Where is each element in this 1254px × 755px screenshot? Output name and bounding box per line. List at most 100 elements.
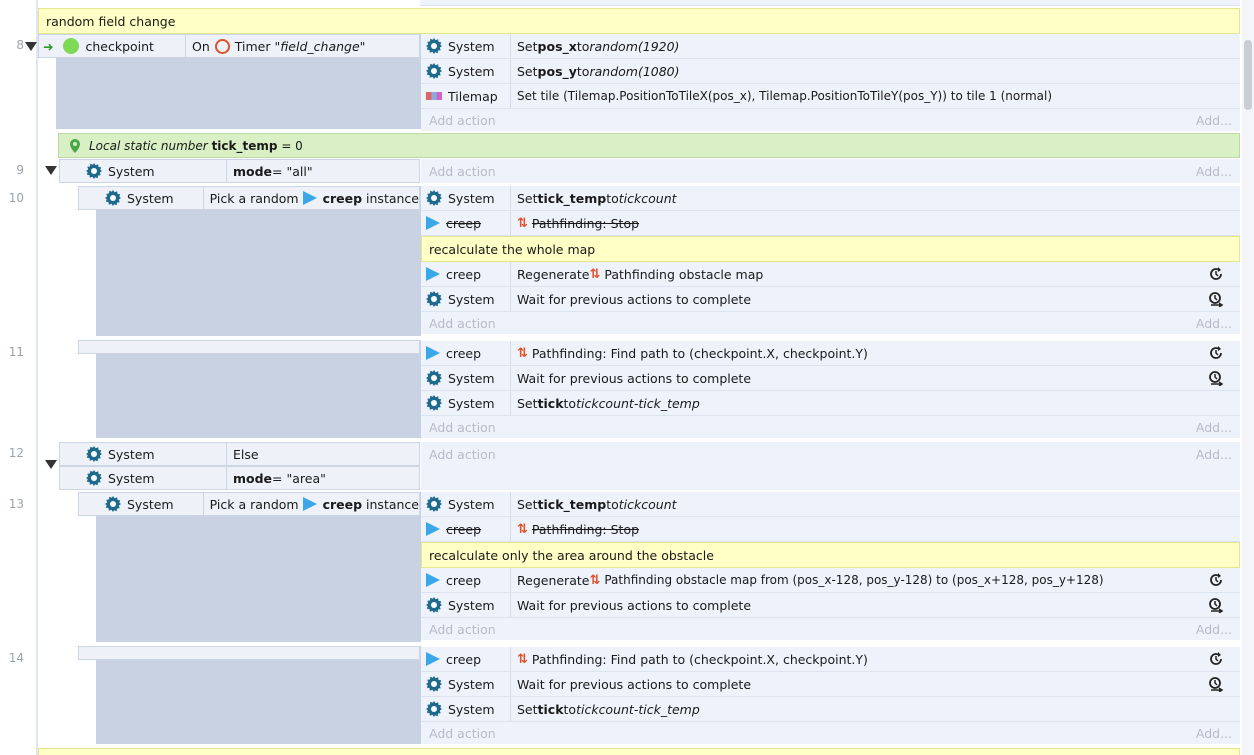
system-gear-icon bbox=[86, 446, 102, 462]
add-action-row[interactable]: Add action Add... bbox=[421, 618, 1240, 640]
line-number-10: 10 bbox=[8, 191, 24, 205]
gutter-line bbox=[36, 0, 38, 755]
creep-icon bbox=[426, 522, 440, 536]
event-10-actions: System Set tick_temp to tickcount creep ⇅ P… bbox=[421, 186, 1240, 334]
system-gear-icon bbox=[426, 701, 442, 717]
event-11-actions: creep ⇅ Pathfinding: Find path to (checkpo… bbox=[421, 341, 1240, 438]
action-row[interactable]: System Wait for previous actions to compl… bbox=[421, 366, 1240, 391]
event-12-condition-else[interactable]: System Else bbox=[59, 442, 420, 466]
condition-text: On Timer "field_change" bbox=[192, 38, 366, 54]
wait-icon bbox=[1208, 597, 1224, 613]
event-14-condition[interactable] bbox=[78, 646, 420, 660]
collapse-toggle[interactable] bbox=[25, 42, 37, 51]
system-gear-icon bbox=[105, 496, 121, 512]
scrollbar-thumb[interactable] bbox=[1244, 40, 1252, 110]
system-gear-icon bbox=[426, 395, 442, 411]
pathfinding-icon: ⇅ bbox=[517, 215, 528, 231]
event-10-condition[interactable]: System Pick a random creep instance bbox=[78, 186, 420, 210]
action-row[interactable]: creep ⇅ Pathfinding: Find path to (checkpo… bbox=[421, 647, 1240, 672]
event-14-actions: creep ⇅ Pathfinding: Find path to (checkpo… bbox=[421, 647, 1240, 744]
system-gear-icon bbox=[426, 63, 442, 79]
checkpoint-icon bbox=[63, 38, 80, 54]
event-8-condition[interactable]: ➜ checkpoint On Timer "field_change" bbox=[38, 34, 420, 58]
add-action-row[interactable]: Add action Add... bbox=[421, 159, 1240, 183]
event-12-action-area bbox=[421, 466, 1240, 490]
creep-icon bbox=[426, 573, 440, 587]
system-gear-icon bbox=[426, 190, 442, 206]
action-row[interactable]: System Set pos_y to random(1080) bbox=[421, 59, 1240, 84]
system-gear-icon bbox=[86, 470, 102, 486]
event-14-block[interactable] bbox=[96, 646, 421, 744]
condition-object: ➜ checkpoint bbox=[39, 35, 186, 57]
event-13-actions: System Set tick_temp to tickcount creep ⇅ P… bbox=[421, 492, 1240, 640]
comment-area[interactable]: recalculate only the area around the obs… bbox=[421, 542, 1240, 568]
system-gear-icon bbox=[426, 597, 442, 613]
pathfinding-icon: ⇅ bbox=[589, 266, 601, 282]
system-gear-icon bbox=[426, 38, 442, 54]
previous-event-tail bbox=[420, 0, 1240, 6]
creep-icon bbox=[426, 216, 440, 230]
action-row[interactable]: System Wait for previous actions to compl… bbox=[421, 672, 1240, 697]
add-action-row[interactable]: Add action Add... bbox=[421, 416, 1240, 438]
pathfinding-icon: ⇅ bbox=[589, 572, 601, 588]
comment-random-field[interactable]: random field change bbox=[38, 8, 1240, 34]
add-action-row[interactable]: Add action Add... bbox=[421, 109, 1240, 131]
event-9-condition[interactable]: System mode = "all" bbox=[59, 159, 420, 183]
collapse-toggle[interactable] bbox=[45, 166, 57, 175]
event-11-block[interactable] bbox=[96, 340, 421, 438]
action-row[interactable]: System Set tick_temp to tickcount bbox=[421, 492, 1240, 517]
local-variable[interactable]: Local static number tick_temp = 0 bbox=[58, 133, 1240, 158]
action-row[interactable]: System Set pos_x to random(1920) bbox=[421, 34, 1240, 59]
add-action-row[interactable]: Add action Add... bbox=[421, 442, 1240, 466]
system-gear-icon bbox=[426, 496, 442, 512]
collapse-toggle[interactable] bbox=[45, 460, 57, 469]
tilemap-icon bbox=[426, 92, 442, 100]
action-row[interactable]: creep ⇅ Pathfinding: Find path to (checkpo… bbox=[421, 341, 1240, 366]
wait-icon bbox=[1208, 676, 1224, 692]
action-row[interactable]: System Wait for previous actions to compl… bbox=[421, 287, 1240, 312]
pathfinding-icon: ⇅ bbox=[517, 345, 528, 361]
event-13-condition[interactable]: System Pick a random creep instance bbox=[78, 492, 420, 516]
pathfinding-icon: ⇅ bbox=[517, 521, 528, 537]
event-8-actions: System Set pos_x to random(1920) System Se… bbox=[421, 34, 1240, 131]
system-gear-icon bbox=[426, 291, 442, 307]
trigger-arrow-icon: ➜ bbox=[43, 38, 54, 54]
action-row[interactable]: Tilemap Set tile (Tilemap.PositionToTileX… bbox=[421, 84, 1240, 109]
action-row[interactable]: System Set tick to tickcount-tick_temp bbox=[421, 697, 1240, 722]
system-gear-icon bbox=[426, 370, 442, 386]
async-icon bbox=[1208, 651, 1224, 667]
line-number-9: 9 bbox=[16, 163, 24, 177]
action-row-disabled[interactable]: creep ⇅ Pathfinding: Stop bbox=[421, 211, 1240, 236]
action-row[interactable]: System Wait for previous actions to compl… bbox=[421, 593, 1240, 618]
action-row[interactable]: System Set tick_temp to tickcount bbox=[421, 186, 1240, 211]
line-gutter bbox=[0, 0, 36, 755]
async-icon bbox=[1208, 266, 1224, 282]
wait-icon bbox=[1208, 370, 1224, 386]
action-row[interactable]: creep Regenerate ⇅ Pathfinding obstacle ma… bbox=[421, 262, 1240, 287]
system-gear-icon bbox=[426, 676, 442, 692]
creep-icon bbox=[426, 652, 440, 666]
action-row-disabled[interactable]: creep ⇅ Pathfinding: Stop bbox=[421, 517, 1240, 542]
comment-whole-map[interactable]: recalculate the whole map bbox=[421, 236, 1240, 262]
action-row[interactable]: creep Regenerate ⇅ Pathfinding obstacle ma… bbox=[421, 568, 1240, 593]
pathfinding-icon: ⇅ bbox=[517, 651, 528, 667]
timer-icon bbox=[214, 38, 230, 54]
vertical-scrollbar[interactable] bbox=[1242, 0, 1254, 755]
add-action-row[interactable]: Add action Add... bbox=[421, 722, 1240, 744]
event-12-condition[interactable]: System mode = "area" bbox=[59, 466, 420, 490]
line-number-14: 14 bbox=[8, 651, 24, 665]
add-action-row[interactable]: Add action Add... bbox=[421, 312, 1240, 334]
next-comment-partial bbox=[38, 748, 1240, 755]
system-gear-icon bbox=[105, 190, 121, 206]
creep-icon bbox=[302, 191, 317, 205]
line-number-8: 8 bbox=[16, 38, 24, 52]
action-row[interactable]: System Set tick to tickcount-tick_temp bbox=[421, 391, 1240, 416]
creep-icon bbox=[426, 267, 440, 281]
async-icon bbox=[1208, 345, 1224, 361]
event-11-condition[interactable] bbox=[78, 340, 420, 354]
system-gear-icon bbox=[86, 163, 102, 179]
line-number-11: 11 bbox=[8, 345, 24, 359]
line-number-12: 12 bbox=[8, 446, 24, 460]
async-icon bbox=[1208, 572, 1224, 588]
creep-icon bbox=[426, 346, 440, 360]
